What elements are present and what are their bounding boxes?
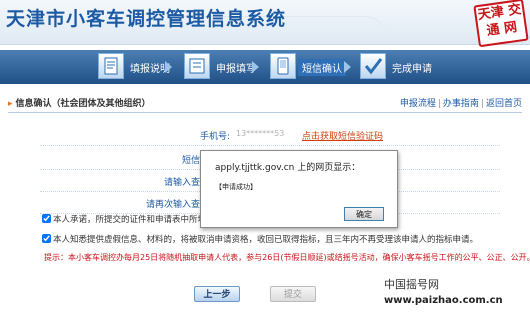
sms-icon [270, 53, 296, 79]
section-header: 信息确认（社会团体及其他组织） 申报流程|办事指南|返回首页 [8, 96, 522, 113]
agreement-2-text: 本人知悉提供虚假信息、材料的，将被取消申请资格，收回已取得指标，且三年内不再受理… [53, 235, 479, 245]
step-2-label: 申报填写 [216, 64, 256, 75]
submit-button[interactable]: 提交 [270, 286, 316, 302]
watermark-site-name: 中国摇号网 [384, 278, 439, 291]
alert-dialog: apply.tjjttk.gov.cn 上的网页显示： 【申请成功】 确定 [200, 150, 398, 228]
link-separator: | [437, 99, 441, 109]
watermark-url: www.paizhao.com.cn [384, 295, 503, 306]
step-3-label: 短信确认 [298, 59, 346, 76]
agreement-2: 本人知悉提供虚假信息、材料的，将被取消申请资格，收回已取得指标，且三年内不再受理… [42, 233, 478, 245]
link-guide[interactable]: 办事指南 [443, 99, 479, 109]
link-separator: | [480, 99, 484, 109]
tianjin-traffic-logo: 天津 交通 网 [473, 0, 529, 48]
phone-label: 手机号: [199, 132, 230, 142]
dialog-ok-button[interactable]: 确定 [344, 207, 384, 221]
get-sms-code-link[interactable]: 点击获取短信验证码 [302, 129, 383, 142]
link-home[interactable]: 返回首页 [486, 99, 522, 109]
step-progress-bar: 填报说明 申报填写 短信确认 完成申请 [0, 50, 530, 84]
agreement-2-checkbox[interactable] [42, 234, 51, 243]
section-title: 信息确认（社会团体及其他组织） [8, 96, 151, 109]
agreement-1: 本人承诺，所提交的证件和申请表中所填信息 [42, 213, 223, 225]
step-1-label: 填报说明 [130, 64, 170, 75]
previous-step-button[interactable]: 上一步 [194, 286, 240, 302]
phone-value: 13*******53 [236, 129, 285, 138]
site-header: 天津市小客车调控管理信息系统 天津 交通 网 [0, 0, 530, 48]
site-title: 天津市小客车调控管理信息系统 [6, 8, 287, 30]
step-arrow-icon [165, 61, 172, 73]
lottery-tip: 提示：本小客车调控办每月25日将随机抽取申请人代表，参与26日(节假日顺延)或结… [44, 253, 530, 262]
form-icon [184, 53, 210, 79]
section-links: 申报流程 | 办事指南 | 返回首页 [400, 96, 522, 109]
dialog-title: apply.tjjttk.gov.cn 上的网页显示： [215, 163, 361, 173]
phone-row: 手机号: 13*******53 点击获取短信验证码 [40, 127, 500, 146]
checkmark-icon [360, 53, 386, 79]
dialog-message: 【申请成功】 [215, 183, 257, 191]
agreement-1-checkbox[interactable] [42, 214, 51, 223]
link-apply-process[interactable]: 申报流程 [400, 99, 436, 109]
agreement-1-text: 本人承诺，所提交的证件和申请表中所填信息 [53, 215, 224, 225]
step-4-label: 完成申请 [392, 64, 432, 75]
step-arrow-icon [252, 61, 259, 73]
document-icon [98, 53, 124, 79]
step-arrow-icon [344, 61, 351, 73]
